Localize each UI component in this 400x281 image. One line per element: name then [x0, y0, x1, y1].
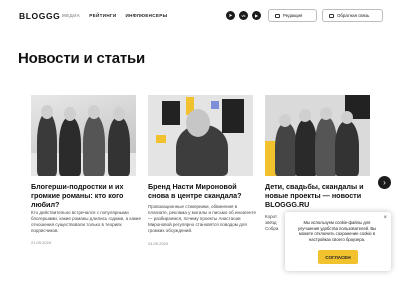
article-card[interactable]: Блогерши-подростки и их громкие романы: … — [31, 95, 141, 245]
nav-item-influencers[interactable]: ИНФЛЮЕНСЕРЫ — [125, 13, 167, 18]
nav-item-media[interactable]: МЕДИА — [62, 13, 80, 18]
article-card[interactable]: Бренд Насти Мироновой снова в центре ска… — [148, 95, 256, 246]
editorial-button[interactable]: Редакция — [268, 9, 317, 22]
article-date: 21.09.2024 — [31, 240, 52, 245]
article-image[interactable] — [148, 95, 253, 176]
cookie-banner: × Мы используем cookie-файлы для улучшен… — [285, 212, 391, 271]
feedback-label: Обратная связь — [337, 13, 370, 18]
article-description: Кто действительно встречался с популярны… — [31, 210, 141, 233]
youtube-icon[interactable]: ▶ — [252, 11, 261, 20]
article-title[interactable]: Блогерши-подростки и их громкие романы: … — [31, 182, 139, 209]
telegram-icon[interactable]: ➤ — [226, 11, 235, 20]
mail-icon — [329, 13, 334, 18]
cookie-text: Мы используем cookie-файлы для улучшения… — [297, 220, 377, 242]
editorial-icon — [275, 13, 280, 18]
carousel-next-button[interactable]: › — [378, 176, 391, 189]
article-image[interactable] — [265, 95, 370, 176]
feedback-button[interactable]: Обратная связь — [322, 9, 383, 22]
site-header: BLOGGG МЕДИА РЕЙТИНГИ ИНФЛЮЕНСЕРЫ ➤ vk ▶… — [0, 0, 400, 34]
article-card[interactable]: Дети, свадьбы, скандалы и новые проекты … — [265, 95, 370, 231]
article-date: 24.09.2024 — [148, 241, 169, 246]
site-logo[interactable]: BLOGGG — [19, 11, 60, 21]
article-description: Провокационные стикерники, обвинения в п… — [148, 204, 257, 233]
cookie-accept-button[interactable]: СОГЛАСЕН — [318, 250, 358, 264]
article-title[interactable]: Бренд Насти Мироновой снова в центре ска… — [148, 182, 256, 200]
close-icon[interactable]: × — [383, 215, 387, 221]
vk-icon[interactable]: vk — [239, 11, 248, 20]
editorial-label: Редакция — [283, 13, 303, 18]
main-nav: МЕДИА РЕЙТИНГИ ИНФЛЮЕНСЕРЫ — [62, 13, 167, 18]
nav-item-ratings[interactable]: РЕЙТИНГИ — [89, 13, 116, 18]
page-title: Новости и статьи — [18, 50, 146, 67]
article-image[interactable] — [31, 95, 136, 176]
article-title[interactable]: Дети, свадьбы, скандалы и новые проекты … — [265, 182, 373, 209]
